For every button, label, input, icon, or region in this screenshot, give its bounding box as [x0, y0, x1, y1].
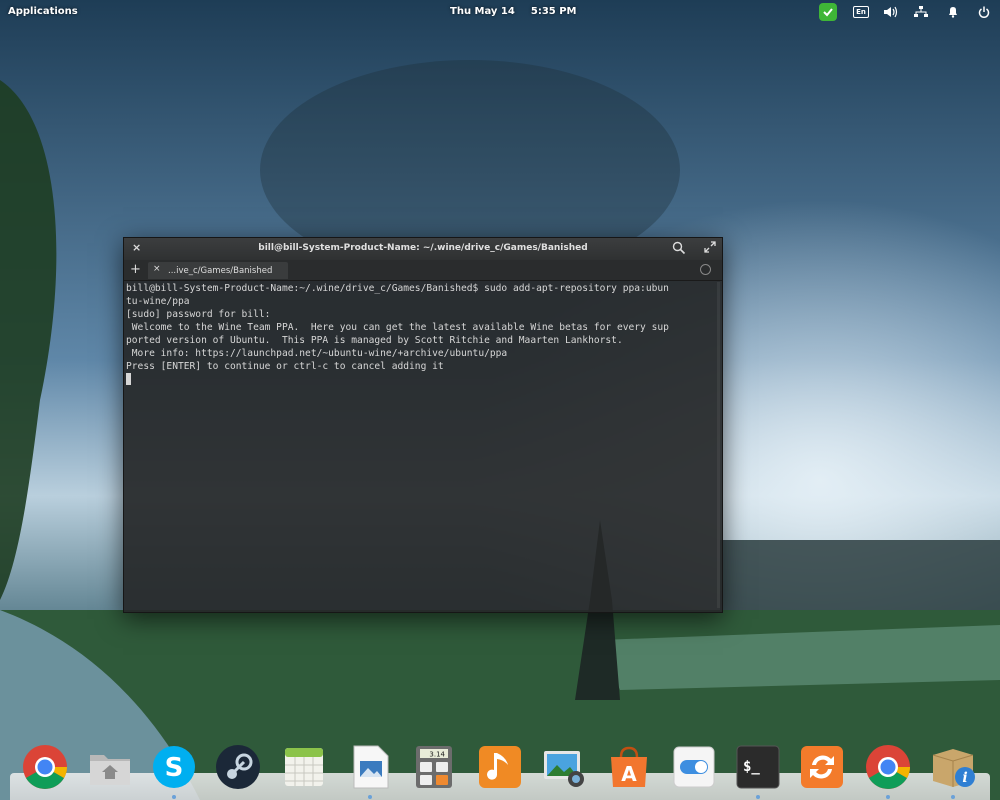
dock-item-calendar[interactable]	[280, 743, 328, 793]
steam-icon	[216, 745, 260, 789]
dock-item-chrome[interactable]	[21, 743, 69, 793]
dock-item-files[interactable]	[86, 743, 134, 793]
terminal-line: Press [ENTER] to continue or ctrl-c to c…	[126, 361, 444, 372]
volume-icon[interactable]	[882, 3, 900, 21]
close-tab-icon[interactable]: ×	[153, 264, 161, 274]
terminal-line: ported version of Ubuntu. This PPA is ma…	[126, 335, 623, 346]
history-icon[interactable]	[700, 264, 711, 275]
terminal-line: More info: https://launchpad.net/~ubuntu…	[126, 348, 508, 359]
terminal-icon-label: $_	[743, 759, 760, 775]
new-tab-icon[interactable]: +	[130, 262, 141, 277]
clock-date: Thu May 14	[450, 6, 515, 17]
dock-item-chrome-2[interactable]	[864, 743, 912, 799]
terminal-output[interactable]: bill@bill-System-Product-Name:~/.wine/dr…	[126, 282, 718, 608]
maximize-icon[interactable]	[704, 241, 716, 256]
svg-text:i: i	[962, 770, 967, 786]
terminal-cursor	[126, 373, 131, 385]
running-indicator	[172, 795, 176, 799]
notifications-bell-icon[interactable]	[944, 3, 962, 21]
running-indicator	[886, 795, 890, 799]
calculator-display: 3.14	[429, 751, 445, 759]
keyboard-layout-indicator[interactable]: En	[852, 3, 870, 21]
window-title: bill@bill-System-Product-Name: ~/.wine/d…	[258, 243, 588, 253]
terminal-icon: $_	[736, 745, 780, 789]
tab-banished[interactable]: × ...ive_c/Games/Banished	[148, 262, 288, 279]
dock-item-document-viewer[interactable]	[346, 743, 394, 799]
document-viewer-icon	[353, 745, 389, 789]
top-panel: Applications Thu May 14 5:35 PM En	[0, 0, 1000, 24]
applications-menu[interactable]: Applications	[8, 6, 78, 17]
running-indicator	[368, 795, 372, 799]
power-icon[interactable]	[975, 3, 993, 21]
dock-item-photos[interactable]	[540, 743, 588, 793]
terminal-line: [sudo] password for bill:	[126, 309, 271, 320]
running-indicator	[951, 795, 955, 799]
photos-icon	[544, 751, 584, 787]
clock-time: 5:35 PM	[530, 6, 577, 17]
tab-label: ...ive_c/Games/Banished	[168, 266, 273, 276]
keyboard-layout-label: En	[853, 6, 869, 18]
dock-item-steam[interactable]	[214, 743, 262, 793]
dock-item-package-info[interactable]: i	[929, 743, 977, 799]
package-info-icon: i	[932, 749, 975, 787]
terminal-window[interactable]: × bill@bill-System-Product-Name: ~/.wine…	[123, 237, 723, 613]
dock-item-calculator[interactable]: 3.14	[410, 743, 458, 793]
terminal-line: Welcome to the Wine Team PPA. Here you c…	[126, 322, 669, 333]
chrome-icon	[23, 745, 67, 789]
music-icon	[479, 746, 521, 788]
svg-text:S: S	[165, 753, 184, 783]
terminal-line: bill@bill-System-Product-Name:~/.wine/dr…	[126, 283, 669, 294]
dock-item-skype[interactable]: S	[150, 743, 198, 799]
dock-item-update-manager[interactable]	[798, 743, 846, 793]
update-check-icon[interactable]	[819, 3, 837, 21]
running-indicator	[756, 795, 760, 799]
dock-item-software-center[interactable]: A	[605, 743, 653, 793]
tab-bar: + × ...ive_c/Games/Banished	[124, 260, 722, 281]
clock[interactable]: Thu May 14 5:35 PM	[450, 6, 577, 17]
scrollbar[interactable]	[717, 282, 720, 608]
dock-item-terminal[interactable]: $_	[734, 743, 782, 799]
switchboard-settings-icon	[673, 746, 715, 788]
calculator-icon: 3.14	[416, 746, 452, 788]
software-center-icon: A	[611, 746, 647, 787]
calendar-icon	[285, 748, 323, 786]
files-icon	[90, 755, 130, 785]
network-icon[interactable]	[912, 3, 930, 21]
terminal-line: tu-wine/ppa	[126, 296, 190, 307]
skype-icon: S	[153, 746, 195, 788]
svg-text:A: A	[621, 762, 637, 786]
dock-item-settings[interactable]	[670, 743, 718, 793]
search-icon[interactable]	[672, 241, 686, 258]
chrome-icon-2	[866, 745, 910, 789]
terminal-titlebar[interactable]: × bill@bill-System-Product-Name: ~/.wine…	[124, 238, 722, 260]
dock-item-music[interactable]	[476, 743, 524, 793]
update-manager-icon	[801, 746, 843, 788]
